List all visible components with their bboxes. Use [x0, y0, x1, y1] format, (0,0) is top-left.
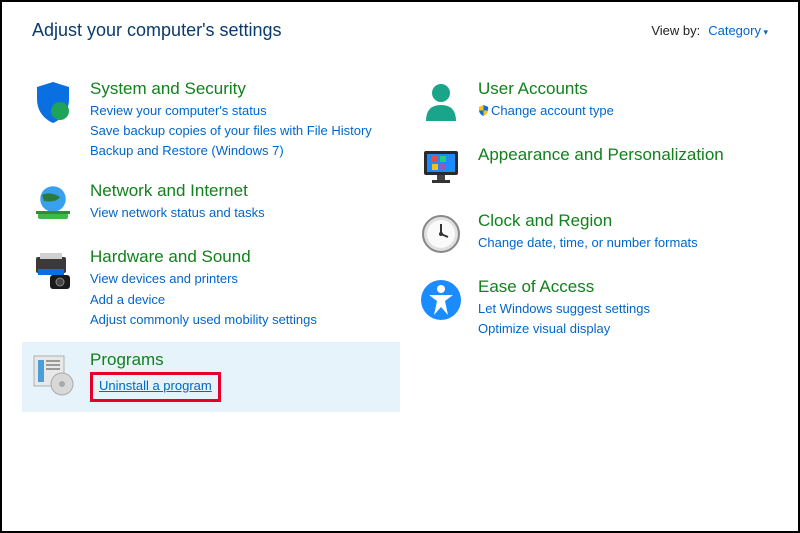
view-by-dropdown[interactable]: Category — [708, 23, 768, 38]
category-network-internet: Network and Internet View network status… — [22, 173, 400, 237]
category-title[interactable]: Clock and Region — [478, 211, 780, 231]
category-link[interactable]: Review your computer's status — [90, 101, 267, 121]
category-link[interactable]: View devices and printers — [90, 269, 238, 289]
category-link[interactable]: Save backup copies of your files with Fi… — [90, 121, 372, 141]
category-link[interactable]: Let Windows suggest settings — [478, 299, 650, 319]
view-by-control: View by: Category — [651, 23, 768, 38]
uac-shield-icon — [478, 105, 489, 116]
category-title[interactable]: User Accounts — [478, 79, 780, 99]
category-link[interactable]: Backup and Restore (Windows 7) — [90, 141, 284, 161]
printer-camera-icon — [30, 247, 76, 293]
monitor-icon — [418, 145, 464, 191]
category-link[interactable]: Adjust commonly used mobility settings — [90, 310, 317, 330]
header-bar: Adjust your computer's settings View by:… — [2, 2, 798, 51]
right-column: User Accounts Change account type — [410, 71, 788, 414]
highlight-annotation: Uninstall a program — [90, 372, 221, 402]
category-title[interactable]: Programs — [90, 350, 400, 370]
globe-icon — [30, 181, 76, 227]
category-title[interactable]: Appearance and Personalization — [478, 145, 780, 165]
shield-icon — [30, 79, 76, 125]
category-link[interactable]: View network status and tasks — [90, 203, 265, 223]
uninstall-program-link[interactable]: Uninstall a program — [99, 376, 212, 396]
category-hardware-sound: Hardware and Sound View devices and prin… — [22, 239, 400, 339]
left-column: System and Security Review your computer… — [22, 71, 400, 414]
category-ease-of-access: Ease of Access Let Windows suggest setti… — [410, 269, 788, 349]
category-link[interactable]: Change date, time, or number formats — [478, 233, 698, 253]
category-programs: Programs Uninstall a program — [22, 342, 400, 412]
category-link[interactable]: Add a device — [90, 290, 165, 310]
programs-icon — [30, 350, 76, 396]
category-title[interactable]: Ease of Access — [478, 277, 780, 297]
category-columns: System and Security Review your computer… — [2, 51, 798, 414]
category-appearance: Appearance and Personalization — [410, 137, 788, 201]
category-link[interactable]: Optimize visual display — [478, 319, 610, 339]
category-title[interactable]: System and Security — [90, 79, 392, 99]
page-title: Adjust your computer's settings — [32, 20, 282, 41]
view-by-label: View by: — [651, 23, 700, 38]
category-user-accounts: User Accounts Change account type — [410, 71, 788, 135]
category-link[interactable]: Change account type — [478, 101, 614, 121]
category-system-security: System and Security Review your computer… — [22, 71, 400, 171]
accessibility-icon — [418, 277, 464, 323]
category-title[interactable]: Hardware and Sound — [90, 247, 392, 267]
category-clock-region: Clock and Region Change date, time, or n… — [410, 203, 788, 267]
clock-icon — [418, 211, 464, 257]
user-icon — [418, 79, 464, 125]
category-title[interactable]: Network and Internet — [90, 181, 392, 201]
